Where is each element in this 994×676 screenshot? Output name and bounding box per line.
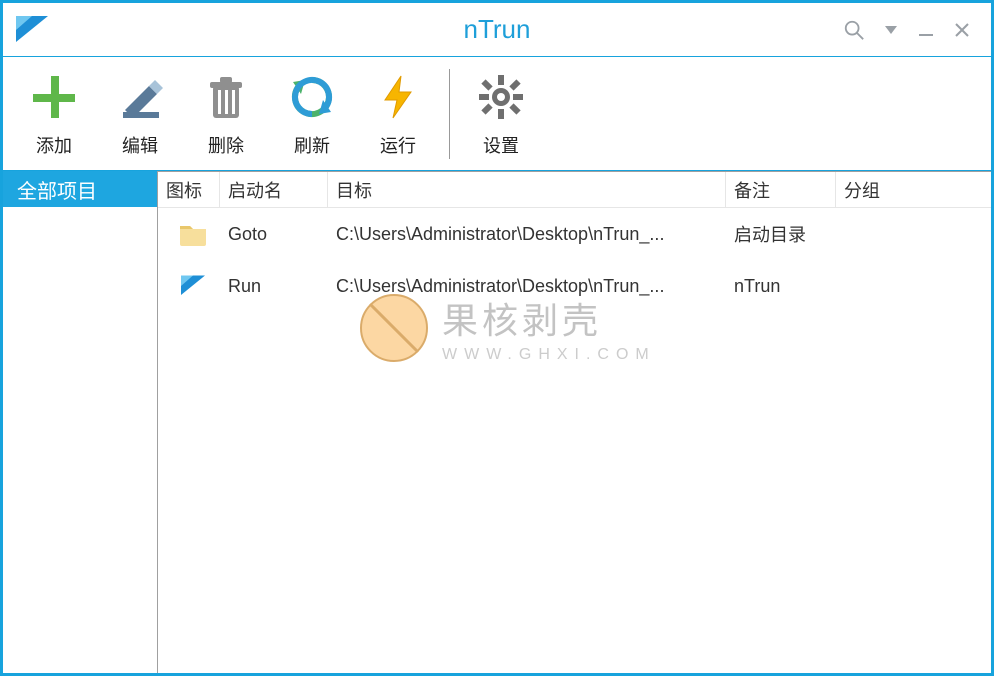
watermark-url: WWW.GHXI.COM [442, 346, 656, 364]
app-logo-icon [9, 7, 55, 53]
cell-name: Run [220, 276, 328, 297]
col-header-icon[interactable]: 图标 [158, 172, 220, 207]
col-header-group[interactable]: 分组 [836, 172, 991, 207]
close-button[interactable] [953, 21, 971, 39]
item-list: 图标 启动名 目标 备注 分组 Goto C:\Users\Administra… [157, 171, 991, 673]
toolbar: 添加 编辑 [3, 57, 991, 171]
list-body: Goto C:\Users\Administrator\Desktop\nTru… [158, 208, 991, 673]
app-logo-icon [158, 271, 220, 301]
edit-button[interactable]: 编辑 [97, 57, 183, 170]
settings-button[interactable]: 设置 [458, 57, 544, 170]
cell-remark: nTrun [726, 276, 836, 297]
list-row[interactable]: Run C:\Users\Administrator\Desktop\nTrun… [158, 260, 991, 312]
trash-icon [199, 70, 253, 124]
run-label: 运行 [380, 132, 416, 158]
window-controls [843, 19, 991, 41]
search-icon[interactable] [843, 19, 865, 41]
folder-icon [158, 218, 220, 250]
refresh-icon [285, 70, 339, 124]
titlebar: nTrun [3, 3, 991, 57]
dropdown-icon[interactable] [883, 22, 899, 38]
refresh-button[interactable]: 刷新 [269, 57, 355, 170]
list-header: 图标 启动名 目标 备注 分组 [158, 172, 991, 208]
col-header-name[interactable]: 启动名 [220, 172, 328, 207]
bolt-icon [371, 70, 425, 124]
add-button[interactable]: 添加 [11, 57, 97, 170]
col-header-remark[interactable]: 备注 [726, 172, 836, 207]
refresh-label: 刷新 [294, 132, 330, 158]
cell-remark: 启动目录 [726, 221, 836, 247]
app-window: nTrun 添加 [0, 0, 994, 676]
toolbar-separator [449, 69, 450, 159]
cell-name: Goto [220, 224, 328, 245]
sidebar: 全部项目 [3, 171, 157, 673]
plus-icon [27, 70, 81, 124]
pencil-icon [113, 70, 167, 124]
content-area: 全部项目 图标 启动名 目标 备注 分组 Goto [3, 171, 991, 673]
run-button[interactable]: 运行 [355, 57, 441, 170]
settings-label: 设置 [483, 132, 519, 158]
edit-label: 编辑 [122, 132, 158, 158]
delete-label: 删除 [208, 132, 244, 158]
col-header-target[interactable]: 目标 [328, 172, 726, 207]
sidebar-item-all[interactable]: 全部项目 [3, 171, 157, 207]
list-row[interactable]: Goto C:\Users\Administrator\Desktop\nTru… [158, 208, 991, 260]
add-label: 添加 [36, 132, 72, 158]
gear-icon [474, 70, 528, 124]
cell-target: C:\Users\Administrator\Desktop\nTrun_... [328, 224, 726, 245]
minimize-button[interactable] [917, 21, 935, 39]
cell-target: C:\Users\Administrator\Desktop\nTrun_... [328, 276, 726, 297]
delete-button[interactable]: 删除 [183, 57, 269, 170]
